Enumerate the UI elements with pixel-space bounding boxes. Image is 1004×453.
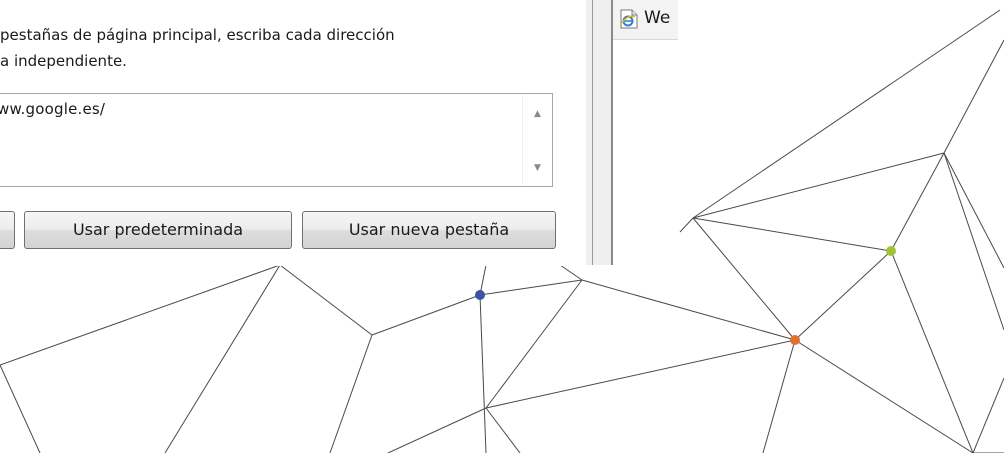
screen: pestañas de página principal, escriba ca… (0, 0, 1004, 453)
window-frame-border (586, 0, 613, 265)
home-page-instructions: pestañas de página principal, escriba ca… (0, 22, 395, 74)
blue-vertex-dot (475, 290, 485, 300)
use-new-tab-button[interactable]: Usar nueva pestaña (302, 211, 556, 249)
instructions-line-2: a independiente. (0, 52, 127, 70)
home-page-url-textarea[interactable]: ww.google.es/ ▲ ▼ (0, 93, 553, 187)
scroll-up-arrow-icon[interactable]: ▲ (523, 104, 552, 124)
home-page-url-value: ww.google.es/ (0, 100, 106, 118)
textarea-scrollbar[interactable]: ▲ ▼ (522, 94, 552, 186)
orange-vertex-dot (790, 335, 800, 345)
ie-page-icon (620, 9, 638, 29)
browser-window-fragment: We (586, 0, 678, 265)
window-title-bar[interactable]: We (613, 0, 678, 40)
green-vertex-dot (886, 246, 896, 256)
home-page-settings-dialog: pestañas de página principal, escriba ca… (0, 0, 585, 266)
instructions-line-1: pestañas de página principal, escriba ca… (0, 26, 395, 44)
window-title: We (644, 8, 671, 28)
scroll-down-arrow-icon[interactable]: ▼ (523, 158, 552, 178)
frame-divider (592, 0, 593, 265)
use-default-button[interactable]: Usar predeterminada (24, 211, 292, 249)
use-current-button[interactable] (0, 211, 15, 249)
